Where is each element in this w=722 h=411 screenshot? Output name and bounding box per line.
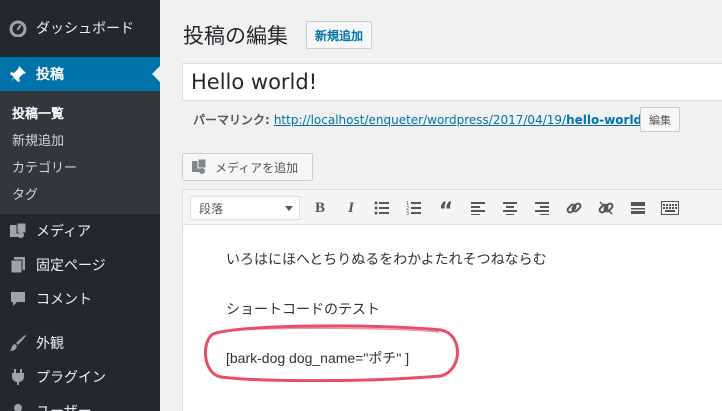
quote-icon: “ [438, 199, 454, 224]
align-center-icon [503, 202, 517, 215]
brush-icon [8, 333, 28, 353]
media-icon [191, 159, 209, 175]
keyboard-icon [661, 201, 679, 215]
read-more-icon [631, 202, 645, 214]
sidebar-item-dashboard[interactable]: ダッシュボード [0, 11, 160, 45]
sidebar-item-comments[interactable]: コメント [0, 282, 160, 316]
align-left-button[interactable] [467, 197, 489, 219]
add-new-button[interactable]: 新規追加 [306, 21, 373, 49]
sidebar-item-label: ユーザー [36, 401, 92, 411]
permalink-row: パーマリンク: http://localhost/enqueter/wordpr… [193, 111, 646, 128]
chevron-down-icon [285, 206, 293, 211]
link-icon [566, 202, 582, 214]
unlink-icon [598, 201, 614, 215]
remove-link-button[interactable] [595, 197, 617, 219]
blockquote-button[interactable]: “ [435, 197, 457, 223]
sidebar-item-label: プラグイン [36, 370, 106, 386]
permalink-link[interactable]: http://localhost/enqueter/wordpress/2017… [274, 113, 646, 127]
align-center-button[interactable] [499, 197, 521, 219]
plugin-icon [8, 367, 28, 387]
align-right-button[interactable] [531, 197, 553, 219]
post-content-editor[interactable]: いろはにほへとちりぬるをわかよたれそつねならむ ショートコードのテスト [bar… [182, 225, 722, 411]
sidebar-item-label: メディア [36, 224, 92, 240]
align-left-icon [471, 202, 485, 215]
sidebar-item-pages[interactable]: 固定ページ [0, 248, 160, 282]
italic-icon: I [348, 199, 354, 216]
admin-sidebar: ダッシュボード 投稿 投稿一覧 新規追加 カテゴリー タグ メディア 固定ページ… [0, 0, 160, 411]
svg-text:3: 3 [406, 211, 409, 215]
posts-submenu: 投稿一覧 新規追加 カテゴリー タグ [0, 91, 160, 214]
submenu-categories[interactable]: カテゴリー [12, 157, 77, 176]
insert-link-button[interactable] [563, 197, 585, 219]
permalink-label: パーマリンク: [193, 113, 270, 127]
editor-toolbar: 段落 B I 123 “ [182, 189, 722, 225]
submenu-all-posts[interactable]: 投稿一覧 [12, 103, 64, 122]
sidebar-item-label: コメント [36, 292, 92, 308]
sidebar-item-appearance[interactable]: 外観 [0, 326, 160, 360]
comment-icon [8, 289, 28, 309]
italic-button[interactable]: I [340, 197, 362, 219]
bullet-list-button[interactable] [371, 197, 393, 219]
submenu-tags[interactable]: タグ [12, 184, 38, 203]
read-more-button[interactable] [627, 197, 649, 219]
bold-icon: B [314, 199, 325, 216]
dashboard-icon [8, 18, 28, 38]
bullet-list-icon [374, 201, 389, 215]
sidebar-item-label: 外観 [36, 336, 64, 352]
page-title: 投稿の編集 [183, 24, 288, 48]
toolbar-toggle-button[interactable] [659, 197, 681, 219]
bold-button[interactable]: B [309, 197, 331, 219]
add-media-button[interactable]: メディアを追加 [182, 153, 313, 181]
sidebar-item-posts[interactable]: 投稿 [0, 57, 160, 91]
sidebar-item-users[interactable]: ユーザー [0, 394, 160, 411]
numbered-list-button[interactable]: 123 [403, 197, 425, 219]
align-right-icon [535, 202, 549, 215]
page-icon [8, 255, 28, 275]
post-title-input[interactable] [182, 63, 722, 101]
sidebar-item-label: 固定ページ [36, 258, 106, 274]
numbered-list-icon: 123 [406, 201, 421, 215]
add-media-label: メディアを追加 [215, 160, 299, 175]
pin-icon [8, 64, 28, 84]
sidebar-item-label: 投稿 [36, 67, 64, 83]
content-paragraph: ショートコードのテスト [226, 301, 380, 317]
format-select[interactable]: 段落 [190, 196, 300, 220]
edit-permalink-button[interactable]: 編集 [640, 107, 680, 132]
media-icon [8, 221, 28, 241]
submenu-add-new[interactable]: 新規追加 [12, 130, 64, 149]
sidebar-item-label: ダッシュボード [36, 21, 134, 37]
shortcode-line: [bark-dog dog_name="ポチ" ] [226, 350, 410, 366]
sidebar-item-plugins[interactable]: プラグイン [0, 360, 160, 394]
user-icon [8, 401, 28, 411]
content-paragraph: いろはにほへとちりぬるをわかよたれそつねならむ [226, 251, 547, 267]
sidebar-item-media[interactable]: メディア [0, 214, 160, 248]
